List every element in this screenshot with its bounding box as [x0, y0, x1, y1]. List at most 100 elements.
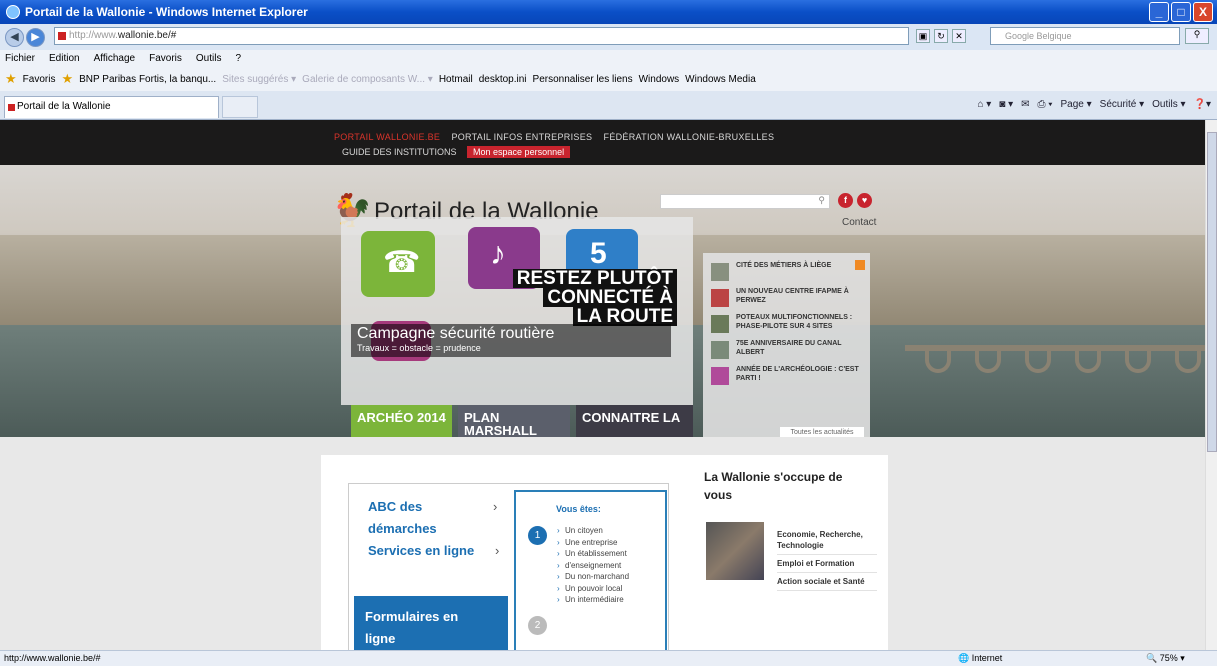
- fav-windows[interactable]: Windows: [639, 74, 680, 85]
- fav-personnaliser[interactable]: Personnaliser les liens: [533, 74, 633, 85]
- news-item[interactable]: CITÉ DES MÉTIERS À LIÈGE: [711, 261, 870, 283]
- link-action-sociale[interactable]: Action sociale et Santé: [777, 573, 877, 591]
- nav-portail-wallonie[interactable]: PORTAIL WALLONIE.BE: [334, 132, 440, 142]
- promo-slider[interactable]: ☎ ♪ 5 RESTEZ PLUTÔT CONNECTÉ À LA ROUTE …: [341, 217, 693, 405]
- close-button[interactable]: X: [1193, 2, 1213, 22]
- slogan-line-2: CONNECTÉ À: [543, 288, 677, 307]
- stop-icon[interactable]: ✕: [952, 29, 966, 43]
- back-button[interactable]: ◀: [5, 27, 24, 47]
- maximize-button[interactable]: □: [1171, 2, 1191, 22]
- vertical-scrollbar[interactable]: [1205, 120, 1217, 650]
- news-title: 75E ANNIVERSAIRE DU CANAL ALBERT: [736, 340, 842, 356]
- profile-citoyen[interactable]: Un citoyen: [557, 525, 629, 537]
- home-icon[interactable]: ⌂ ▾: [977, 99, 991, 110]
- tab-plan-marshall[interactable]: PLAN MARSHALL: [458, 405, 570, 440]
- tab-portail[interactable]: Portail de la Wallonie: [4, 96, 219, 118]
- news-item[interactable]: POTEAUX MULTIFONCTIONNELS : PHASE-PILOTE…: [711, 313, 870, 335]
- tab-archeo[interactable]: ARCHÉO 2014: [351, 405, 452, 440]
- news-thumb: [711, 315, 729, 333]
- new-tab-button[interactable]: [222, 96, 258, 118]
- menu-affichage[interactable]: Affichage: [94, 53, 136, 64]
- status-url: http://www.wallonie.be/#: [4, 653, 101, 663]
- mon-espace-button[interactable]: Mon espace personnel: [467, 146, 571, 158]
- fav-hotmail[interactable]: Hotmail: [439, 74, 473, 85]
- rss-feed-icon[interactable]: [855, 260, 865, 270]
- vous-etes-box: Vous êtes: 1 2 Un citoyen Une entreprise…: [514, 490, 667, 650]
- contact-link[interactable]: Contact: [842, 217, 876, 228]
- step-1-badge: 1: [528, 526, 547, 545]
- nav-guide-institutions[interactable]: GUIDE DES INSTITUTIONS: [342, 147, 457, 157]
- profile-etablissement[interactable]: Un établissement: [557, 548, 629, 560]
- menu-fichier[interactable]: Fichier: [5, 53, 35, 64]
- help-icon[interactable]: ❓▾: [1194, 99, 1211, 110]
- address-row: ◀ ▶ http://www.wallonie.be/# ▣ ↻ ✕ Googl…: [0, 24, 1217, 50]
- profile-entreprise[interactable]: Une entreprise: [557, 537, 629, 549]
- search-input[interactable]: Google Belgique: [990, 27, 1180, 45]
- news-thumb: [711, 341, 729, 359]
- browser-window: Portail de la Wallonie - Windows Interne…: [0, 0, 1217, 666]
- news-thumb: [711, 289, 729, 307]
- link-economie[interactable]: Economie, Recherche, Technologie: [777, 526, 877, 555]
- chevron-right-icon: ›: [495, 543, 500, 558]
- refresh-icon[interactable]: ↻: [934, 29, 948, 43]
- news-item[interactable]: ANNÉE DE L'ARCHÉOLOGIE : C'EST PARTI !: [711, 365, 870, 387]
- title-bar: Portail de la Wallonie - Windows Interne…: [0, 0, 1217, 24]
- profile-intermediaire[interactable]: Un intermédiaire: [557, 594, 629, 606]
- compatibility-icon[interactable]: ▣: [916, 29, 930, 43]
- profile-pouvoir-local[interactable]: Un pouvoir local: [557, 583, 629, 595]
- tab-connaitre[interactable]: CONNAITRE LA: [576, 405, 693, 440]
- nav-infos-entreprises[interactable]: PORTAIL INFOS ENTREPRISES: [451, 132, 592, 142]
- lower-section: ABC des › démarches Services en ligne › Fo…: [0, 437, 1205, 650]
- form-line-2: ligne: [365, 631, 396, 646]
- services-label: Services en ligne: [368, 543, 475, 558]
- security-menu[interactable]: Sécurité ▾: [1100, 99, 1144, 110]
- bridge-illustration: [905, 345, 1205, 375]
- menu-outils[interactable]: Outils: [196, 53, 222, 64]
- caption-subtitle: Travaux = obstacle = prudence: [357, 343, 481, 353]
- menu-edition[interactable]: Edition: [49, 53, 80, 64]
- tab-row: Portail de la Wallonie ⌂ ▾ ◙ ▾ ✉ ⎙ ▾ Pag…: [0, 91, 1217, 120]
- site-search-icon[interactable]: ⚲: [818, 195, 825, 206]
- tab-favicon-icon: [8, 104, 15, 111]
- site-search-input[interactable]: ⚲: [660, 194, 830, 209]
- profile-enseignement[interactable]: d'enseignement: [557, 560, 629, 572]
- zoom-control[interactable]: 🔍 75% ▾: [1146, 651, 1185, 666]
- tools-menu[interactable]: Outils ▾: [1152, 99, 1185, 110]
- facebook-icon[interactable]: f: [838, 193, 853, 208]
- fav-gallery[interactable]: Galerie de composants W... ▾: [302, 74, 433, 85]
- slogan: RESTEZ PLUTÔT CONNECTÉ À LA ROUTE: [512, 269, 677, 326]
- minimize-button[interactable]: _: [1149, 2, 1169, 22]
- print-icon[interactable]: ⎙ ▾: [1038, 99, 1053, 110]
- news-item[interactable]: UN NOUVEAU CENTRE IFAPME À PERWEZ: [711, 287, 870, 309]
- status-bar: http://www.wallonie.be/# 🌐 Internet 🔍 75…: [0, 650, 1217, 666]
- step-2-badge: 2: [528, 616, 547, 635]
- fav-windows-media[interactable]: Windows Media: [685, 74, 756, 85]
- nav-federation[interactable]: FÉDÉRATION WALLONIE-BRUXELLES: [604, 132, 775, 142]
- scrollbar-thumb[interactable]: [1207, 132, 1217, 452]
- abc-line-2[interactable]: démarches: [368, 518, 474, 540]
- formulaires-link[interactable]: Formulaires en ligne: [354, 596, 508, 650]
- abc-link[interactable]: ABC des ›: [368, 496, 497, 518]
- occupe-title-2: vous: [704, 488, 733, 502]
- menu-help[interactable]: ?: [235, 53, 241, 64]
- favorites-button[interactable]: Favoris: [23, 74, 56, 85]
- news-item[interactable]: 75E ANNIVERSAIRE DU CANAL ALBERT: [711, 339, 870, 361]
- add-favorite-icon[interactable]: ★: [61, 71, 73, 87]
- profile-non-marchand[interactable]: Du non-marchand: [557, 571, 629, 583]
- fav-suggested[interactable]: Sites suggérés ▾: [222, 74, 296, 85]
- mail-icon[interactable]: ✉: [1021, 99, 1029, 110]
- forward-button[interactable]: ▶: [26, 27, 45, 47]
- link-emploi[interactable]: Emploi et Formation: [777, 555, 877, 573]
- address-bar[interactable]: http://www.wallonie.be/#: [54, 27, 909, 45]
- services-link[interactable]: Services en ligne ›: [368, 540, 499, 562]
- menu-favoris[interactable]: Favoris: [149, 53, 182, 64]
- phone-app-icon: ☎: [361, 231, 435, 297]
- rss-icon[interactable]: ◙ ▾: [999, 99, 1013, 110]
- search-icon[interactable]: ⚲: [1185, 28, 1209, 44]
- favicon-icon: [58, 32, 66, 40]
- twitter-icon[interactable]: ♥: [857, 193, 872, 208]
- fav-bnp[interactable]: BNP Paribas Fortis, la banqu...: [79, 74, 216, 85]
- fav-desktop[interactable]: desktop.ini: [479, 74, 527, 85]
- page-menu[interactable]: Page ▾: [1061, 99, 1092, 110]
- news-thumb: [711, 367, 729, 385]
